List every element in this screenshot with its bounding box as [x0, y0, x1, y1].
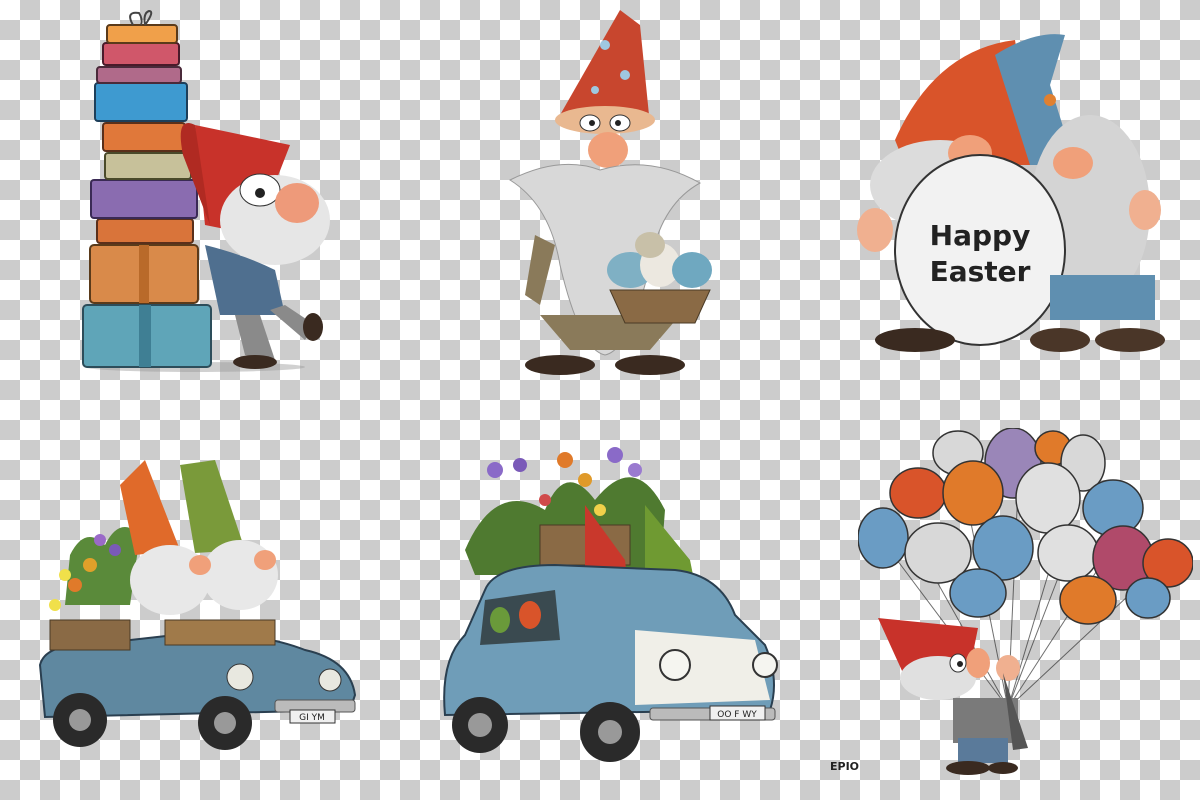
gnome-pair-in-convertible: GI YM — [38, 460, 357, 750]
transparent-checkerboard-canvas: Happy Easter GI YM OO F WY EPIO — [0, 0, 1200, 800]
flower-bouquet — [49, 527, 140, 611]
happy-easter-egg: Happy Easter — [894, 154, 1066, 346]
gnome-pair-hugging-egg: Happy Easter — [857, 34, 1165, 352]
roof-flower-basket — [465, 447, 665, 575]
egg-balloons — [858, 428, 1193, 625]
gnome-with-egg-basket — [508, 10, 712, 375]
license-plate-right: OO F WY — [717, 710, 757, 720]
license-plate-left: GI YM — [299, 713, 325, 723]
gift-stack — [82, 9, 212, 368]
gnome-with-gift-stack — [82, 9, 330, 372]
egg-text-happy: Happy — [930, 219, 1031, 252]
gnome-with-egg-balloons — [858, 428, 1193, 775]
artist-signature: EPIO — [830, 760, 860, 773]
gnome-figure — [878, 618, 1020, 775]
egg-text-easter: Easter — [930, 255, 1031, 288]
gnome-pair-on-car-with-flowers: OO F WY — [443, 447, 778, 762]
